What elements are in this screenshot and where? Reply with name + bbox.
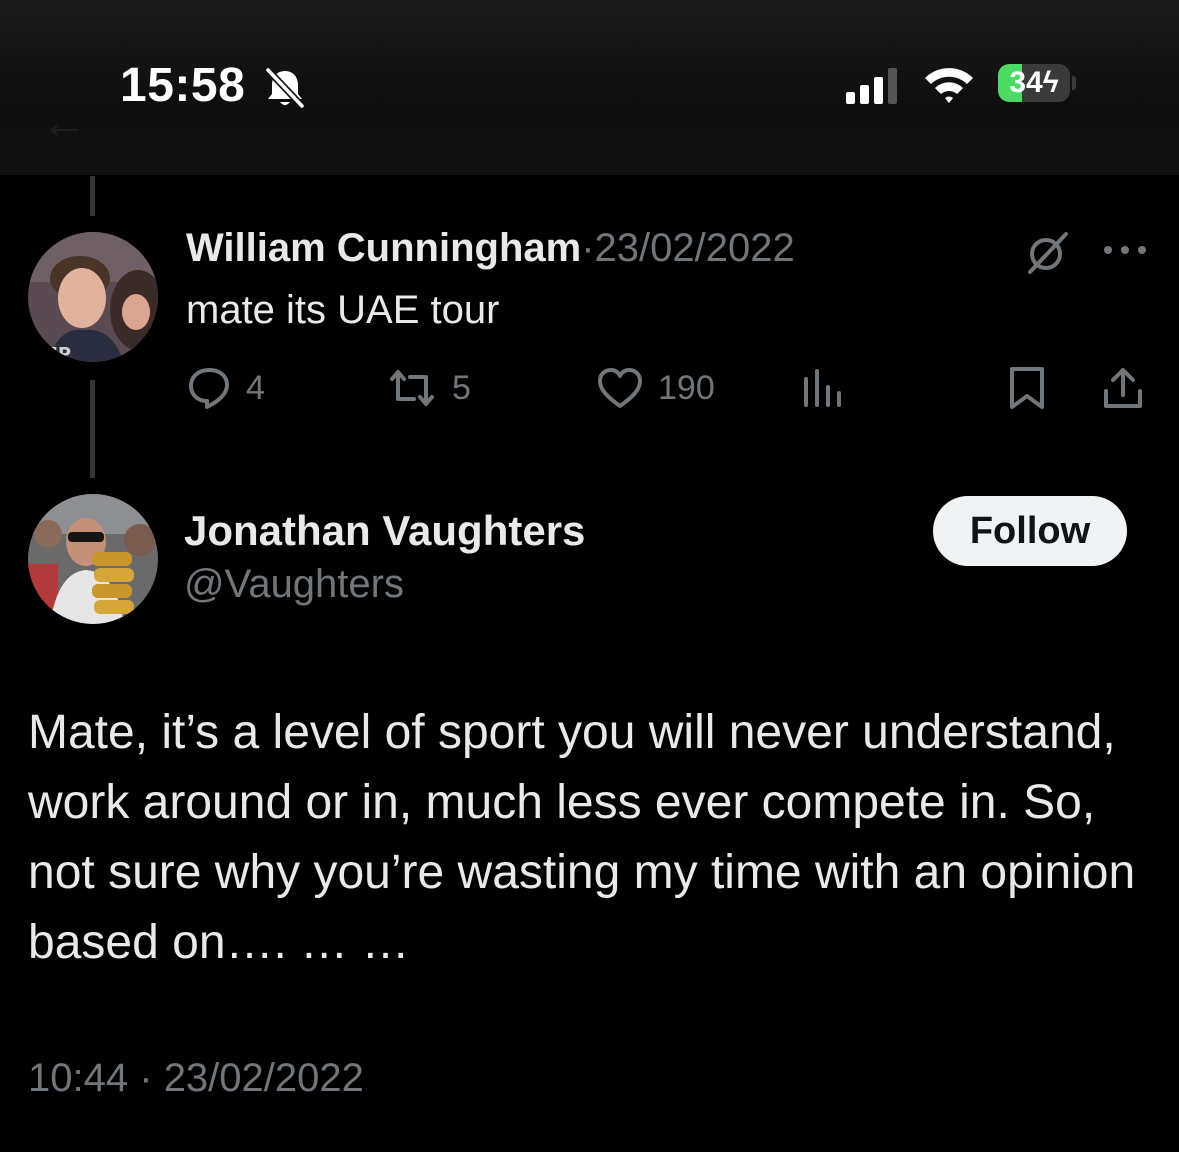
reply-author-name[interactable]: William Cunningham [186, 226, 581, 270]
views-action-button[interactable] [800, 362, 860, 414]
charging-bolt-icon: ϟ [1042, 66, 1059, 99]
like-count: 190 [658, 368, 715, 407]
repost-count: 5 [452, 368, 471, 407]
heart-icon [598, 368, 642, 408]
grok-icon[interactable] [1024, 228, 1072, 276]
reply-text: mate its UAE tour [186, 288, 500, 332]
more-options-icon[interactable] [1102, 240, 1148, 260]
comment-icon [189, 368, 229, 409]
repost-icon [390, 370, 434, 406]
tweet-date: 23/02/2022 [163, 1056, 364, 1100]
tweet-author-name[interactable]: Jonathan Vaughters [184, 507, 585, 555]
battery-body: 34ϟ [998, 64, 1070, 102]
thread-line-connector [90, 380, 95, 478]
tweet-time: 10:44 [28, 1056, 129, 1100]
bookmark-action-button[interactable] [1006, 362, 1062, 414]
share-icon [1104, 368, 1142, 408]
status-bar: ← 15:58 34ϟ [0, 0, 1179, 175]
reply-count: 4 [246, 368, 265, 407]
tweet-meta-separator: · [139, 1056, 153, 1100]
reply-date[interactable]: 23/02/2022 [595, 226, 795, 270]
tweet-author-handle[interactable]: @Vaughters [184, 562, 404, 607]
wifi-icon [925, 68, 973, 103]
share-action-button[interactable] [1100, 362, 1160, 414]
avatar-photo: MP [28, 232, 158, 362]
bell-slash-icon [265, 67, 305, 109]
bookmark-icon [1010, 367, 1044, 409]
avatar-jonathan-vaughters[interactable] [28, 494, 158, 624]
back-arrow-ghost: ← [40, 96, 88, 149]
tweet-timestamp[interactable]: 10:44 · 23/02/2022 [28, 1056, 364, 1101]
battery-tip [1072, 76, 1076, 90]
battery-percent: 34ϟ [1009, 66, 1059, 99]
reply-action-button[interactable]: 4 [186, 362, 265, 414]
battery-charging-icon: 34ϟ [998, 64, 1076, 104]
cellular-signal-icon [846, 68, 897, 104]
status-time: 15:58 [120, 59, 246, 112]
reply-header: William Cunningham·23/02/2022 [186, 226, 795, 271]
repost-action-button[interactable]: 5 [386, 362, 471, 414]
svg-text:MP: MP [40, 344, 71, 362]
avatar-photo [28, 494, 158, 624]
avatar-william-cunningham[interactable]: MP [28, 232, 158, 362]
views-chart-icon [804, 369, 841, 407]
like-action-button[interactable]: 190 [596, 362, 715, 414]
reply-separator: · [581, 226, 595, 270]
follow-button[interactable]: Follow [933, 496, 1127, 566]
thread-line-top [90, 176, 95, 216]
tweet-text: Mate, it’s a level of sport you will nev… [28, 706, 1136, 969]
